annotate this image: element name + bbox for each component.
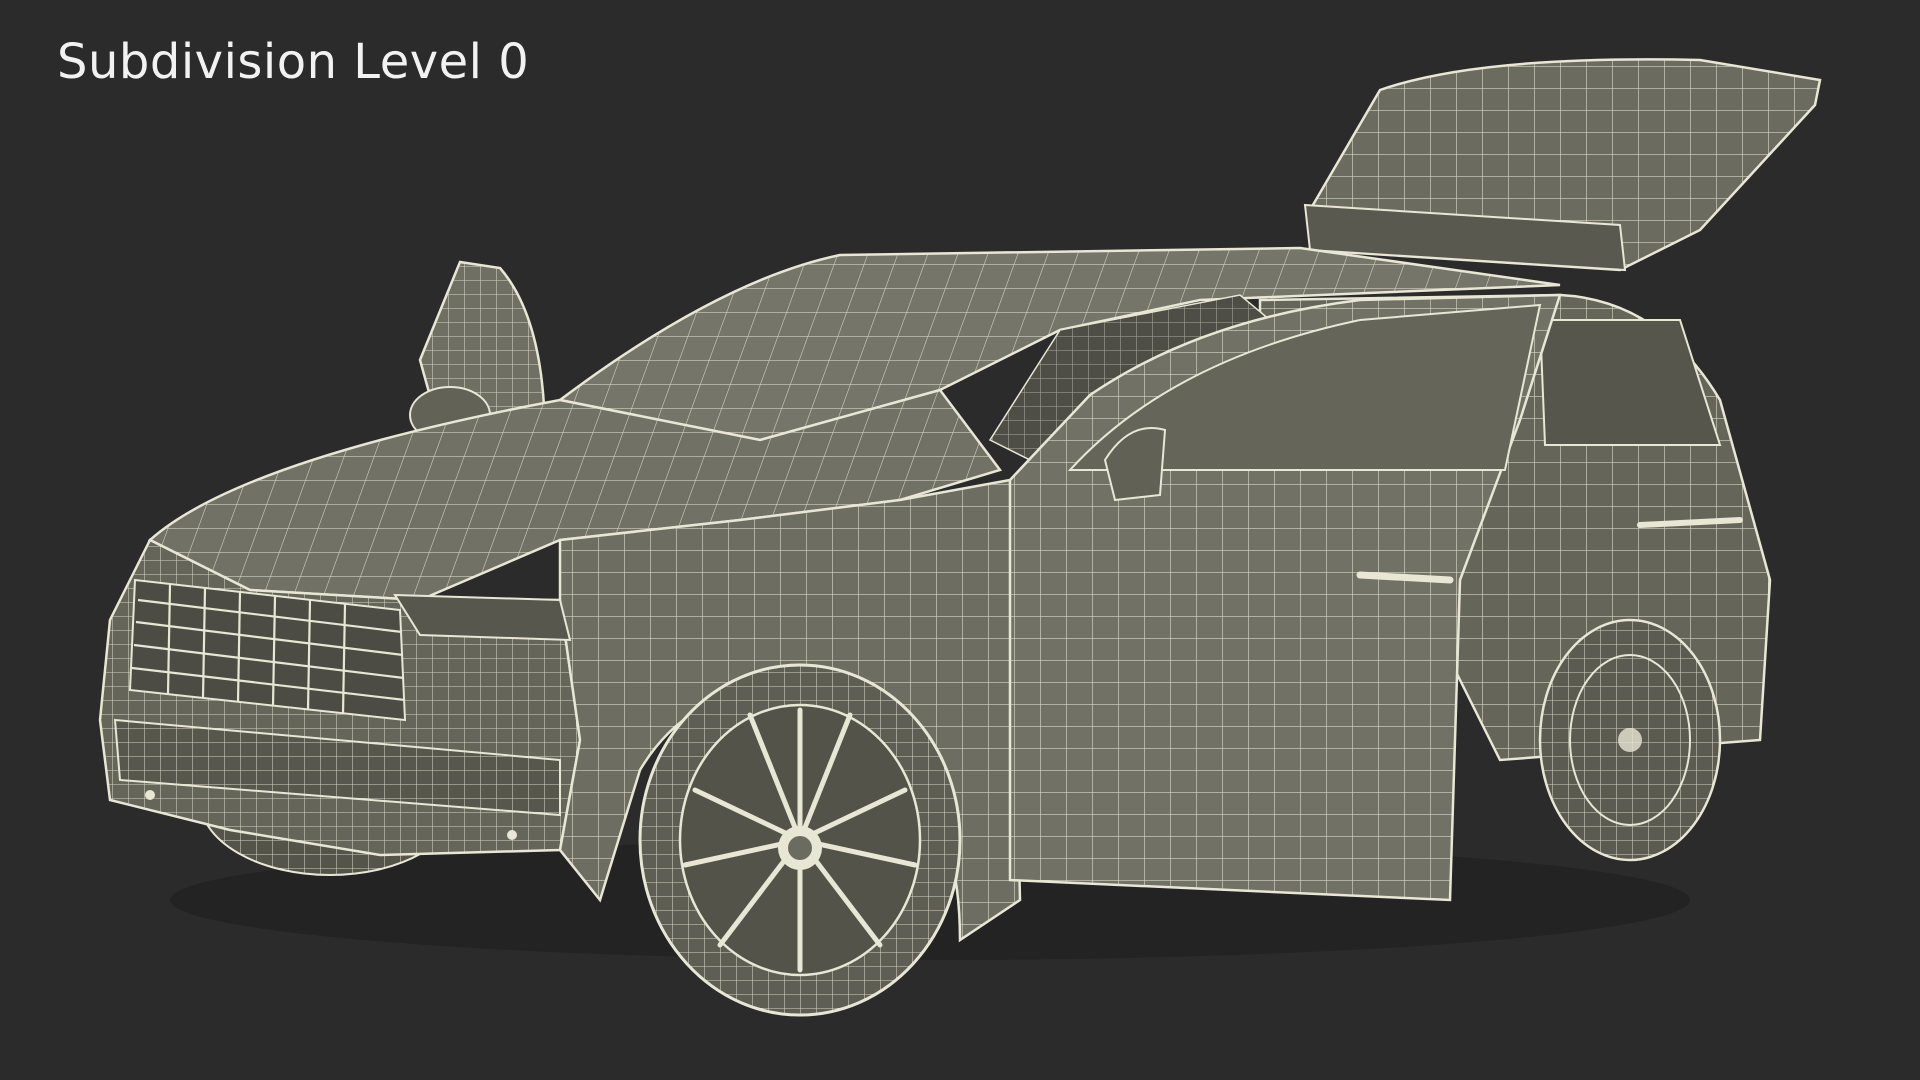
- render-viewport: Subdivision Level 0: [0, 0, 1920, 1080]
- fog-light-left: [145, 790, 155, 800]
- suv-wireframe-model: [98, 58, 1822, 1017]
- headlight: [393, 593, 572, 642]
- open-tailgate: [1303, 58, 1822, 272]
- front-right-wheel: [638, 663, 962, 1017]
- rear-right-wheel: [1538, 618, 1722, 862]
- fog-light-right: [507, 830, 517, 840]
